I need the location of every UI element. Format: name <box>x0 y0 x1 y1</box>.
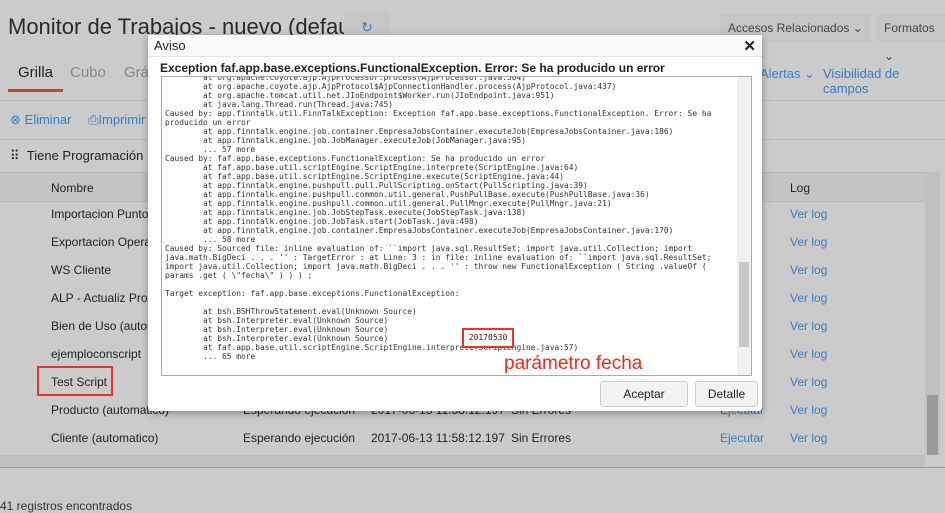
print-icon: ⎙ <box>88 112 99 127</box>
grid-bottom <box>0 467 945 497</box>
cell-resultado: Sin Errores <box>511 431 572 445</box>
alertas-link[interactable]: Alertas ⌄ <box>760 66 815 82</box>
eliminar-button[interactable]: ⊗ Eliminar <box>10 112 72 128</box>
cell-nombre: ejemploconscript <box>51 347 142 361</box>
cell-nombre: ALP - Actualiz Prod <box>51 291 155 305</box>
trace-scrollbar-thumb[interactable] <box>739 262 749 347</box>
grip-icon: ⠿ <box>10 148 20 163</box>
imprimir-button[interactable]: ⎙Imprimir <box>88 112 145 128</box>
cell-log[interactable]: Ver log <box>790 291 827 305</box>
cell-accion[interactable]: Ejecutar <box>720 431 764 445</box>
cell-nombre: Cliente (automatico) <box>51 431 159 445</box>
dialog-header: Aviso <box>148 35 762 57</box>
refresh-icon: ↻ <box>361 19 373 35</box>
cell-log[interactable]: Ver log <box>790 403 827 417</box>
cell-fecha: 2017-06-13 11:58:12.197 <box>371 431 505 445</box>
cell-log[interactable]: Ver log <box>790 431 827 445</box>
group-by[interactable]: ⠿ Tiene Programación <box>10 148 143 164</box>
tab-cubo[interactable]: Cubo <box>70 64 106 81</box>
table-row[interactable]: Cliente (automatico) Esperando ejecución 2… <box>0 424 925 452</box>
cell-log[interactable]: Ver log <box>790 207 827 221</box>
highlight-box <box>37 366 113 396</box>
cell-log[interactable]: Ver log <box>790 319 827 333</box>
detalle-button[interactable]: Detalle <box>695 381 758 407</box>
imprimir-label: Imprimir <box>98 112 146 127</box>
exception-message: Exception faf.app.base.exceptions.Functi… <box>160 61 665 75</box>
stack-trace-text: at org.apache.coyote.ajp.AjpProcessor.pr… <box>165 76 712 361</box>
cell-log[interactable]: Ver log <box>790 263 827 277</box>
aceptar-button[interactable]: Aceptar <box>600 381 688 407</box>
records-count: 41 registros encontrados <box>0 499 133 513</box>
aviso-dialog: Aviso ✕ Exception faf.app.base.exception… <box>148 35 762 411</box>
annotation-label: parámetro fecha <box>504 353 643 374</box>
visibilidad-campos-link[interactable]: Visibilidad de campos <box>823 66 945 96</box>
cell-nombre: Bien de Uso (automa <box>51 319 164 333</box>
target-value-highlight: 20170530 <box>462 328 514 348</box>
cell-nombre: Exportacion Operaci <box>51 235 160 249</box>
cell-nombre: Importacion Punto V <box>51 207 160 221</box>
tab-grilla[interactable]: Grilla <box>8 64 64 92</box>
close-icon[interactable]: ✕ <box>743 37 756 55</box>
group-label: Tiene Programación <box>26 148 144 163</box>
formatos-button[interactable]: Formatos ⌄ <box>876 14 945 63</box>
cell-nombre: WS Cliente <box>51 263 112 277</box>
cell-log[interactable]: Ver log <box>790 375 827 389</box>
cell-log[interactable]: Ver log <box>790 235 827 249</box>
column-nombre[interactable]: Nombre <box>51 181 94 195</box>
column-log[interactable]: Log <box>790 181 810 195</box>
dialog-title: Aviso <box>154 38 186 53</box>
delete-icon: ⊗ <box>10 112 21 127</box>
cell-log[interactable]: Ver log <box>790 347 827 361</box>
tab-grafico[interactable]: Grá <box>124 64 149 81</box>
cell-estado: Esperando ejecución <box>243 431 356 445</box>
eliminar-label: Eliminar <box>24 112 72 127</box>
vertical-scrollbar-thumb[interactable] <box>927 395 938 455</box>
stack-trace-textarea[interactable]: at org.apache.coyote.ajp.AjpProcessor.pr… <box>161 76 752 376</box>
